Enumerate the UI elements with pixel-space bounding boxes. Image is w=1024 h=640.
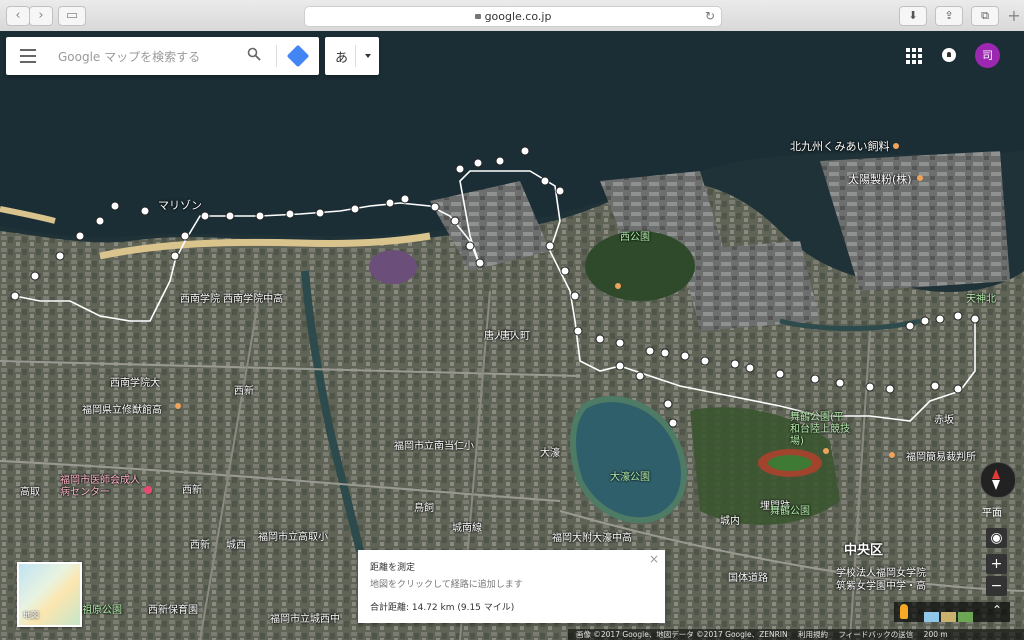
lock-icon	[474, 14, 481, 19]
map-label[interactable]: 太陽製粉(株)	[848, 171, 912, 187]
search-box: Google マップを検索する	[6, 37, 319, 75]
map-label[interactable]: 中央区	[844, 539, 883, 558]
reload-icon[interactable]: ↻	[705, 7, 715, 26]
new-tab-button[interactable]: +	[1004, 6, 1024, 26]
map-label[interactable]: 舞鶴公園(平和台陸上競技場)	[790, 412, 850, 448]
tabs-icon: ⧉	[981, 9, 989, 22]
compass-icon[interactable]	[980, 462, 1016, 498]
measure-hint: 地図をクリックして経路に追加します	[370, 580, 523, 590]
map-label[interactable]: 福岡大附大濠中高	[552, 529, 632, 544]
map-label[interactable]: 舞鶴公園	[770, 502, 810, 517]
map-label[interactable]: 西新	[182, 481, 202, 496]
map-label[interactable]: 大濠公園	[610, 468, 650, 483]
browser-toolbar: ‹ › ▭ google.co.jp ↻ ⬇ ⇪ ⧉ +	[0, 0, 1024, 32]
measure-distance-card: × 距離を測定 地図をクリックして経路に追加します 合計距離: 14.72 km…	[358, 550, 665, 623]
sidebar-button[interactable]: ▭	[58, 6, 86, 26]
satellite-map[interactable]: 北九州くみあい飼料 太陽製粉(株) マリゾン 西公園 西南学院 西南学院中高 西…	[0, 31, 1024, 640]
expand-icon[interactable]: ⌃	[992, 603, 1002, 617]
divider	[355, 45, 356, 67]
scale-label[interactable]: 200 m	[924, 630, 948, 639]
map-label[interactable]: 城内	[720, 512, 740, 527]
share-button[interactable]: ⇪	[935, 6, 963, 26]
chevron-left-icon: ‹	[15, 8, 21, 23]
download-button[interactable]: ⬇	[899, 6, 927, 26]
map-label[interactable]: 福岡簡易裁判所	[906, 448, 976, 463]
measure-title: 距離を測定	[370, 563, 416, 573]
map-layer-thumbnail[interactable]: 地図	[17, 562, 82, 627]
address-bar[interactable]: google.co.jp ↻	[304, 6, 722, 27]
input-method-selector[interactable]: あ	[325, 37, 379, 75]
map-label: 唐人町	[500, 331, 530, 342]
map-label[interactable]: 福岡市立城西中	[270, 610, 340, 625]
divider	[276, 45, 277, 67]
map-label[interactable]: 西公園	[620, 228, 650, 243]
sidebar-icon: ▭	[65, 8, 79, 23]
share-icon: ⇪	[944, 9, 954, 22]
terms-link[interactable]: 利用規約	[798, 630, 828, 639]
directions-icon[interactable]	[286, 44, 310, 68]
location-button[interactable]: ◉	[986, 528, 1007, 548]
search-icon[interactable]	[247, 47, 261, 61]
map-label[interactable]: 西新	[234, 382, 254, 397]
avatar[interactable]: 司	[975, 43, 1000, 68]
imagery-tiles[interactable]	[924, 607, 976, 622]
zoom-out-button[interactable]: −	[986, 576, 1007, 596]
map-label[interactable]: 福岡県立修猷館高	[82, 401, 162, 416]
map-label[interactable]: 大濠	[540, 444, 560, 459]
map-label[interactable]: マリゾン	[158, 197, 202, 213]
download-icon: ⬇	[908, 9, 918, 22]
map-label[interactable]: 城南線	[452, 519, 482, 534]
caret-down-icon	[365, 54, 371, 58]
close-icon[interactable]: ×	[649, 552, 659, 566]
back-button[interactable]: ‹	[6, 6, 30, 26]
map-label: 西新	[190, 540, 210, 551]
forward-button[interactable]: ›	[29, 6, 53, 26]
map-label[interactable]: 西南学院大	[110, 374, 160, 389]
total-distance: 合計距離: 14.72 km (9.15 マイル)	[370, 603, 515, 613]
pegman-icon[interactable]	[900, 604, 908, 619]
chevron-right-icon: ›	[38, 8, 44, 23]
tabs-button[interactable]: ⧉	[971, 6, 999, 26]
map-label[interactable]: 高取	[20, 483, 40, 498]
map-label[interactable]: 城西	[226, 536, 246, 551]
notifications-icon[interactable]	[942, 48, 956, 62]
map-label[interactable]: 福岡市医師会成人病センター	[60, 475, 148, 499]
url-text: google.co.jp	[484, 10, 552, 23]
map-label[interactable]: 赤坂	[934, 411, 954, 426]
map-label[interactable]: 福岡市立南当仁小	[394, 437, 474, 452]
map-label[interactable]: 北九州くみあい飼料	[790, 138, 889, 154]
thumbnail-label: 地図	[23, 611, 39, 620]
map-label[interactable]: 祖原公園	[82, 601, 122, 616]
map-label[interactable]: 国体道路	[728, 569, 768, 584]
feedback-link[interactable]: フィードバックの送信	[838, 630, 913, 639]
imagery-bar: ⌃	[894, 602, 1010, 622]
map-label[interactable]: 筑紫女学園中学・高	[836, 577, 926, 592]
imagery-credit: 画像 ©2017 Google、地図データ ©2017 Google、ZENRI…	[576, 630, 788, 639]
map-footer: 画像 ©2017 Google、地図データ ©2017 Google、ZENRI…	[568, 629, 1024, 640]
map-label[interactable]: 天神北	[966, 290, 996, 305]
map-label[interactable]: 西新保育園	[148, 601, 198, 616]
zoom-in-button[interactable]: +	[986, 554, 1007, 574]
flat-view-button[interactable]: 平面	[982, 504, 1002, 519]
location-icon: ◉	[990, 530, 1003, 546]
map-label[interactable]: 鳥飼	[414, 499, 434, 514]
map-label[interactable]: 西南学院 西南学院中高	[180, 290, 283, 305]
ime-label: あ	[335, 51, 349, 66]
apps-grid-icon[interactable]	[906, 48, 922, 64]
map-label[interactable]: 福岡市立高取小	[258, 528, 328, 543]
search-input[interactable]: Google マップを検索する	[58, 48, 200, 65]
menu-icon[interactable]	[20, 49, 36, 63]
